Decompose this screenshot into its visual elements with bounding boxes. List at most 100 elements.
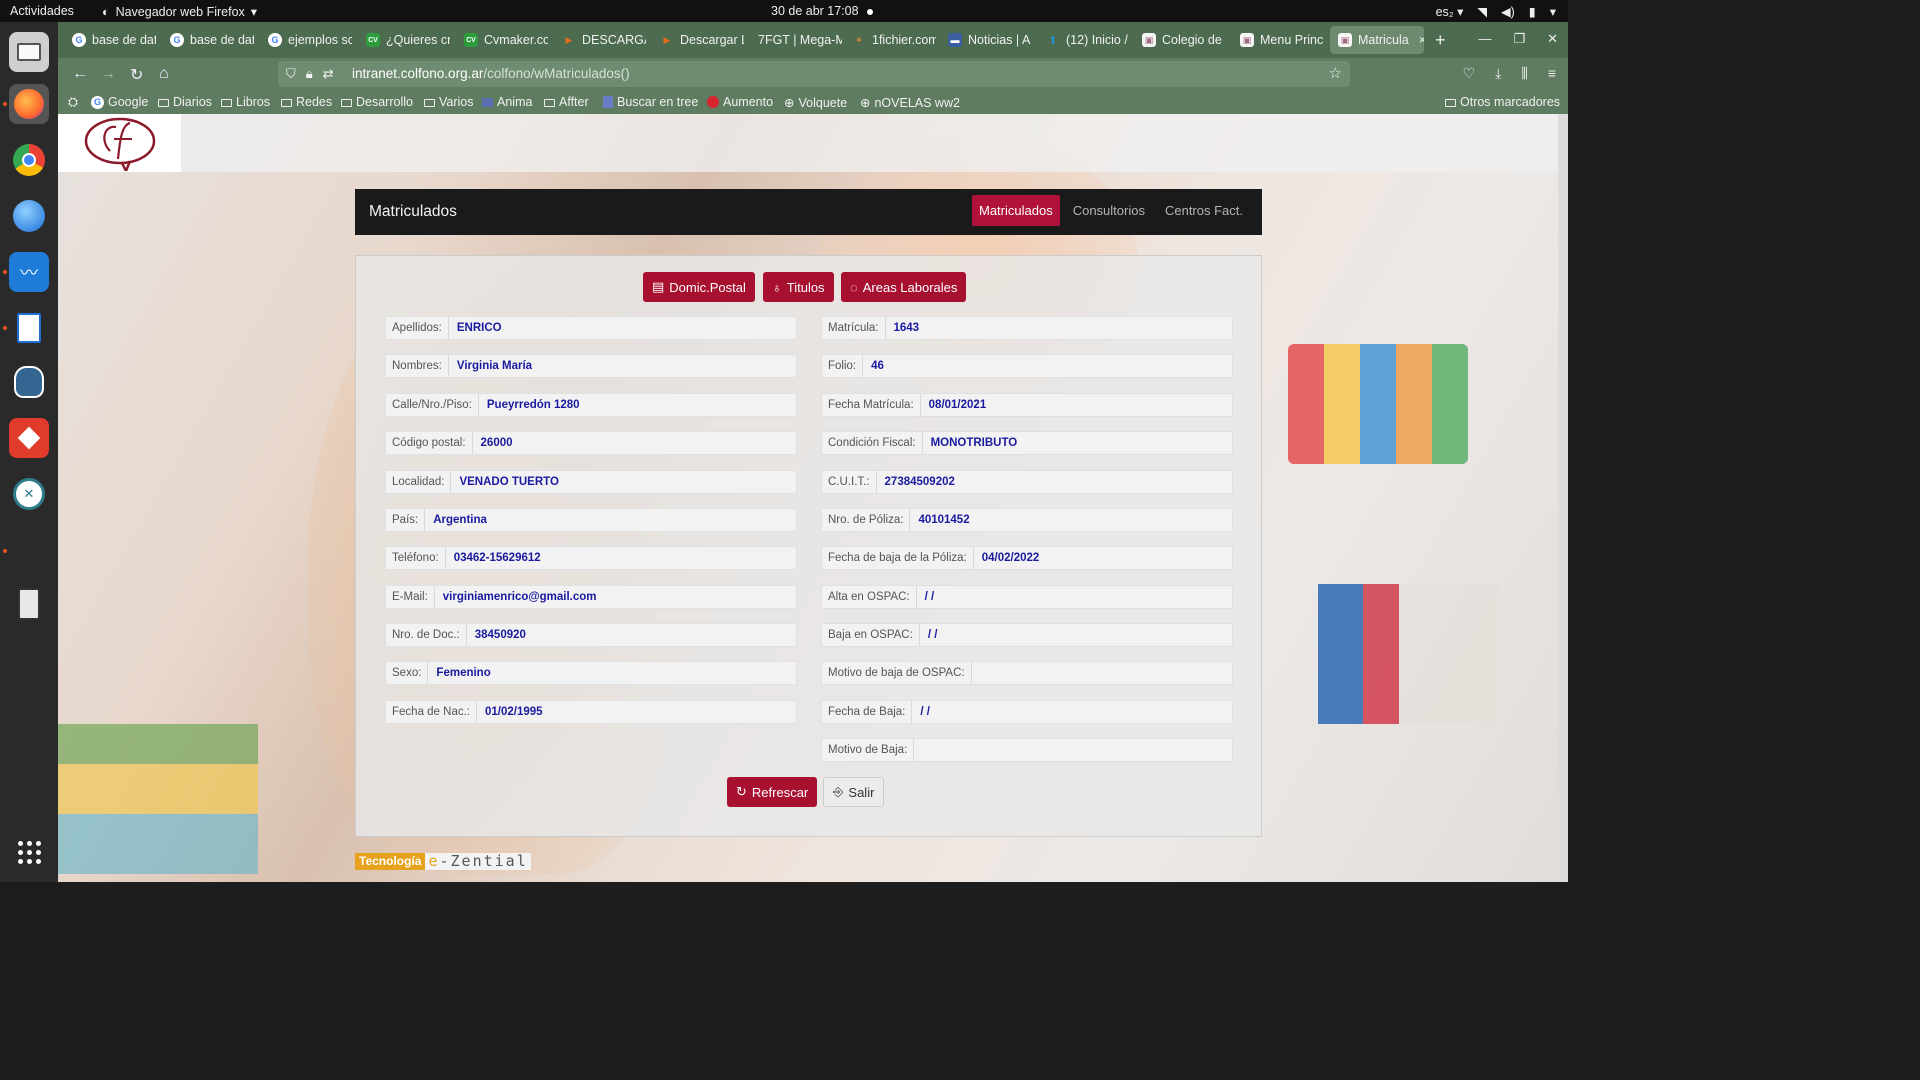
domic-postal-button[interactable]: ▤ Domic.Postal <box>643 272 755 302</box>
menu-icon[interactable]: ≡ <box>1548 65 1556 82</box>
bookmark-site[interactable]: Anima <box>482 95 532 109</box>
tab[interactable]: Gejemplos sc <box>260 26 352 54</box>
media-player-icon[interactable] <box>9 584 49 624</box>
tab[interactable]: t (12) Inicio / <box>1038 26 1130 54</box>
bookmark-google[interactable]: G Google <box>91 95 148 109</box>
field-value[interactable]: / / <box>917 586 943 608</box>
close-window-icon[interactable]: ✕ <box>1547 31 1558 47</box>
refresh-button[interactable]: ↻ Refrescar <box>727 777 818 807</box>
tab[interactable]: ✶ 1fichier.com <box>844 26 936 54</box>
remote-desktop-icon[interactable]: ✕ <box>9 474 49 514</box>
field-value[interactable]: Argentina <box>425 509 495 531</box>
app-menu[interactable]: ◐ Navegador web Firefox ▾ <box>102 4 257 20</box>
tab[interactable]: CV ¿Quieres cr <box>358 26 450 54</box>
titulos-button[interactable]: ♁ Titulos <box>763 272 834 302</box>
nav-consultorios[interactable]: Consultorios <box>1066 195 1152 226</box>
permissions-icon[interactable]: ⇄ <box>323 66 334 82</box>
bookmark-folder[interactable]: Affter <box>544 95 589 109</box>
field-value[interactable] <box>972 662 988 684</box>
tab-active[interactable]: ▣ Matricula × <box>1330 26 1424 54</box>
tab[interactable]: CV Cvmaker.co <box>456 26 548 54</box>
files-icon[interactable] <box>9 32 49 72</box>
bookmark-site[interactable]: Aumento <box>707 95 773 109</box>
postgres-icon[interactable] <box>9 362 49 402</box>
pocket-icon[interactable]: ♡ <box>1463 65 1476 82</box>
field-value[interactable]: 40101452 <box>910 509 977 531</box>
bookmark-folder[interactable]: Diarios <box>158 95 212 109</box>
bookmark-folder[interactable]: Libros <box>221 95 270 109</box>
wifi-icon[interactable]: ◥ <box>1477 4 1487 19</box>
field-value[interactable]: / / <box>912 701 938 723</box>
downloads-icon[interactable]: ⤓ <box>1495 65 1501 82</box>
library-icon[interactable]: ⫼ <box>1521 65 1527 82</box>
tab[interactable]: Gbase de dat <box>162 26 254 54</box>
tab[interactable]: ▣ Colegio de <box>1134 26 1226 54</box>
shield-icon[interactable]: ⛉ <box>286 66 296 82</box>
bookmark-folder[interactable]: Varios <box>424 95 474 109</box>
chrome-icon[interactable] <box>9 140 49 180</box>
field-value[interactable]: 08/01/2021 <box>921 394 995 416</box>
field-value[interactable]: / / <box>920 624 946 646</box>
bookmark-folder[interactable]: Desarrollo <box>341 95 413 109</box>
system-monitor-icon[interactable]: 〰 <box>9 252 49 292</box>
tab[interactable]: ▣ Menu Princ <box>1232 26 1324 54</box>
field-value[interactable]: ENRICO <box>449 317 510 339</box>
close-tab-icon[interactable]: × <box>1419 33 1424 47</box>
anydesk-icon[interactable] <box>9 418 49 458</box>
id-card-icon: ▤ <box>652 279 665 294</box>
new-tab-button[interactable]: + <box>1435 30 1446 51</box>
field-value[interactable]: Virginia María <box>449 355 540 377</box>
bookmark-label: nOVELAS ww2 <box>874 95 960 110</box>
field-value[interactable]: MONOTRIBUTO <box>923 432 1026 454</box>
field-value[interactable]: Femenino <box>428 662 498 684</box>
tab[interactable]: 7FGT | Mega-M <box>750 26 842 54</box>
tab[interactable]: Gbase de dat <box>64 26 156 54</box>
tab[interactable]: ▶ DESCARGA <box>554 26 646 54</box>
site-logo[interactable] <box>58 114 181 172</box>
bookmark-star-icon[interactable]: ☆ <box>1329 64 1342 82</box>
field-value[interactable]: 04/02/2022 <box>974 547 1048 569</box>
field-value[interactable]: 01/02/1995 <box>477 701 551 723</box>
tab[interactable]: ▬ Noticias | A <box>940 26 1032 54</box>
language-indicator[interactable]: es₂ ▾ <box>1436 4 1464 19</box>
nav-centros-fact[interactable]: Centros Fact. <box>1158 195 1250 226</box>
lock-icon[interactable]: 🔒︎ <box>306 66 313 82</box>
minimize-icon[interactable]: — <box>1478 31 1491 47</box>
home-icon[interactable]: ⌂ <box>159 65 169 83</box>
url-bar[interactable]: ⛉ 🔒︎ ⇄ intranet.colfono.org.ar/colfono/wMa… <box>278 61 1350 87</box>
volume-icon[interactable]: ◀) <box>1501 4 1515 19</box>
bookmark-site[interactable]: ⊕ nOVELAS ww2 <box>860 95 960 111</box>
bookmark-manage-icon[interactable]: ⛭ <box>68 95 78 110</box>
field-value[interactable]: 26000 <box>473 432 521 454</box>
field-value[interactable] <box>914 739 930 761</box>
restore-icon[interactable]: ❐ <box>1513 31 1525 47</box>
other-bookmarks[interactable]: Otros marcadores <box>1445 95 1560 109</box>
field-value[interactable]: 1643 <box>886 317 928 339</box>
battery-icon[interactable]: ▮ <box>1529 4 1536 19</box>
reload-icon[interactable]: ↻ <box>130 65 143 85</box>
areas-laborales-button[interactable]: ◌ Areas Laborales <box>841 272 967 302</box>
clock[interactable]: 30 de abr 17:08 <box>771 4 873 18</box>
bookmark-folder[interactable]: Redes <box>281 95 332 109</box>
field-value[interactable]: Pueyrredón 1280 <box>479 394 588 416</box>
tab[interactable]: ▶ Descargar L <box>652 26 744 54</box>
forward-icon[interactable]: → <box>100 65 116 83</box>
field-value[interactable]: VENADO TUERTO <box>451 471 566 493</box>
field-value[interactable]: 38450920 <box>467 624 534 646</box>
show-apps-icon[interactable] <box>9 832 49 872</box>
field-value[interactable]: 27384509202 <box>877 471 963 493</box>
bookmark-site[interactable]: Buscar en tree <box>603 95 698 109</box>
writer-icon[interactable] <box>9 308 49 348</box>
activities-button[interactable]: Actividades <box>10 4 74 18</box>
system-menu-chevron-icon[interactable]: ▾ <box>1550 4 1556 19</box>
bookmark-site[interactable]: ⊕ Volquete <box>784 95 847 111</box>
page-scrollbar[interactable] <box>1558 114 1568 882</box>
nav-matriculados[interactable]: Matriculados <box>972 195 1060 226</box>
back-icon[interactable]: ← <box>72 65 88 83</box>
field-value[interactable]: virginiamenrico@gmail.com <box>435 586 605 608</box>
field-value[interactable]: 03462-15629612 <box>446 547 549 569</box>
firefox-dock-icon[interactable] <box>9 84 49 124</box>
thunderbird-icon[interactable] <box>9 196 49 236</box>
field-value[interactable]: 46 <box>863 355 892 377</box>
exit-button[interactable]: ⎆ Salir <box>823 777 885 807</box>
